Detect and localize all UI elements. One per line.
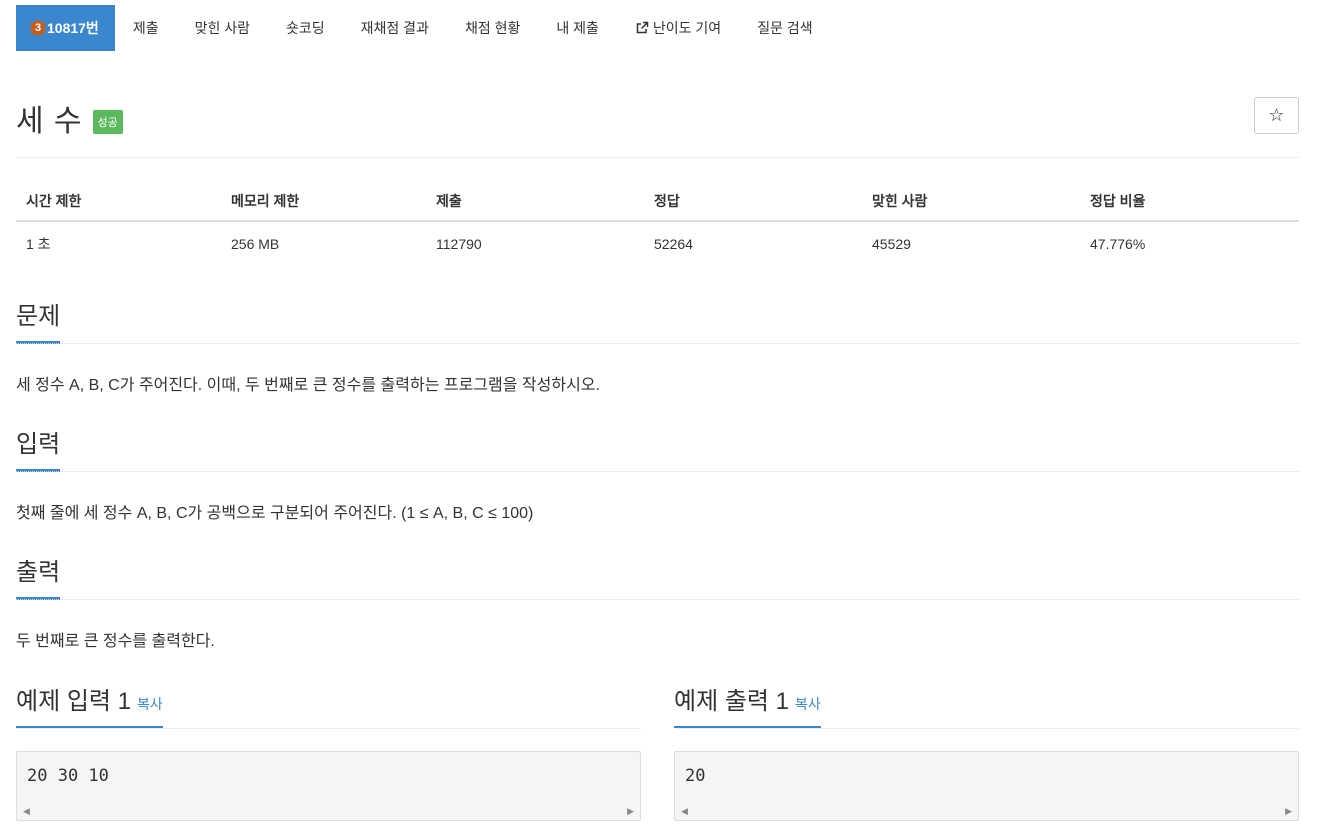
tier-icon: 3 bbox=[31, 20, 45, 36]
input-description: 첫째 줄에 세 정수 A, B, C가 공백으로 구분되어 주어진다. (1 ≤… bbox=[16, 505, 534, 522]
copy-sample-input-link[interactable]: 복사 bbox=[137, 696, 163, 712]
horizontal-scrollbar[interactable]: ◀ ▶ bbox=[17, 802, 640, 820]
sample-output-title-text: 예제 출력 1 bbox=[674, 688, 790, 715]
section-divider bbox=[16, 471, 1299, 472]
tab-short-coding[interactable]: 숏코딩 bbox=[268, 5, 343, 51]
sample-input-box: 20 30 10 ◀ ▶ bbox=[16, 751, 641, 821]
tab-rejudge-results[interactable]: 재채점 결과 bbox=[343, 5, 447, 51]
header-submissions: 제출 bbox=[426, 182, 644, 222]
header-accept-ratio: 정답 비율 bbox=[1080, 182, 1299, 222]
tab-solved-users[interactable]: 맞힌 사람 bbox=[177, 5, 268, 51]
tab-difficulty-label: 난이도 기여 bbox=[652, 20, 722, 36]
status-badge: 성공 bbox=[92, 110, 123, 134]
input-section-title: 입력 bbox=[16, 424, 61, 472]
section-divider bbox=[16, 599, 1299, 600]
cell-submissions: 112790 bbox=[436, 236, 482, 252]
problem-section-header: 문제 bbox=[16, 296, 1299, 344]
header-memory-limit: 메모리 제한 bbox=[221, 182, 426, 222]
cell-solved-users: 45529 bbox=[872, 236, 911, 252]
title-divider bbox=[16, 157, 1299, 158]
tab-problem-label: 10817번 bbox=[47, 20, 99, 36]
title-area: 세 수 성공 bbox=[16, 96, 123, 140]
sample-input-text: 20 30 10 bbox=[27, 766, 109, 786]
sample-output-text: 20 bbox=[685, 766, 706, 786]
horizontal-scrollbar[interactable]: ◀ ▶ bbox=[675, 802, 1298, 820]
scroll-right-icon[interactable]: ▶ bbox=[627, 806, 634, 817]
tab-submit[interactable]: 제출 bbox=[115, 5, 177, 51]
section-divider bbox=[674, 728, 1299, 729]
sample-output-header: 예제 출력 1 복사 bbox=[674, 681, 1299, 729]
problem-info-table: 시간 제한 메모리 제한 제출 정답 맞힌 사람 정답 비율 1 초 256 M… bbox=[16, 182, 1299, 262]
problem-description: 세 정수 A, B, C가 주어진다. 이때, 두 번째로 큰 정수를 출력하는… bbox=[16, 377, 600, 394]
tab-judge-status[interactable]: 채점 현황 bbox=[447, 5, 538, 51]
problem-section-title: 문제 bbox=[16, 296, 61, 344]
header-solved-users: 맞힌 사람 bbox=[862, 182, 1080, 222]
cell-time-limit: 1 초 bbox=[26, 236, 51, 252]
sample-output-box: 20 ◀ ▶ bbox=[674, 751, 1299, 821]
section-divider bbox=[16, 343, 1299, 344]
sample-input-title: 예제 입력 1 복사 bbox=[16, 681, 163, 729]
section-divider bbox=[16, 728, 641, 729]
external-link-icon bbox=[636, 21, 649, 34]
table-header-row: 시간 제한 메모리 제한 제출 정답 맞힌 사람 정답 비율 bbox=[16, 182, 1299, 222]
table-row: 1 초 256 MB 112790 52264 45529 47.776% bbox=[16, 221, 1299, 262]
input-section-header: 입력 bbox=[16, 424, 1299, 472]
output-description: 두 번째로 큰 정수를 출력한다. bbox=[16, 633, 215, 650]
cell-accepted: 52264 bbox=[654, 236, 693, 252]
scroll-left-icon[interactable]: ◀ bbox=[681, 806, 688, 817]
tab-question-search[interactable]: 질문 검색 bbox=[739, 5, 830, 51]
header-time-limit: 시간 제한 bbox=[16, 182, 221, 222]
problem-nav: 3 10817번 제출 맞힌 사람 숏코딩 재채점 결과 채점 현황 내 제출 … bbox=[16, 5, 831, 51]
favorite-button[interactable]: ☆ bbox=[1254, 97, 1299, 134]
sample-output-title: 예제 출력 1 복사 bbox=[674, 681, 821, 729]
scroll-right-icon[interactable]: ▶ bbox=[1285, 806, 1292, 817]
cell-accept-ratio: 47.776% bbox=[1090, 236, 1146, 252]
tab-problem[interactable]: 3 10817번 bbox=[16, 5, 115, 51]
tab-my-submissions[interactable]: 내 제출 bbox=[538, 5, 617, 51]
output-section-title: 출력 bbox=[16, 552, 61, 600]
copy-sample-output-link[interactable]: 복사 bbox=[795, 696, 821, 712]
sample-input-header: 예제 입력 1 복사 bbox=[16, 681, 641, 729]
sample-input-title-text: 예제 입력 1 bbox=[16, 688, 132, 715]
scroll-left-icon[interactable]: ◀ bbox=[23, 806, 30, 817]
header-accepted: 정답 bbox=[644, 182, 862, 222]
output-section-header: 출력 bbox=[16, 552, 1299, 600]
tab-difficulty-contribution[interactable]: 난이도 기여 bbox=[617, 5, 739, 51]
star-icon: ☆ bbox=[1268, 105, 1285, 125]
page-title: 세 수 bbox=[16, 105, 83, 138]
cell-memory-limit: 256 MB bbox=[231, 236, 280, 252]
